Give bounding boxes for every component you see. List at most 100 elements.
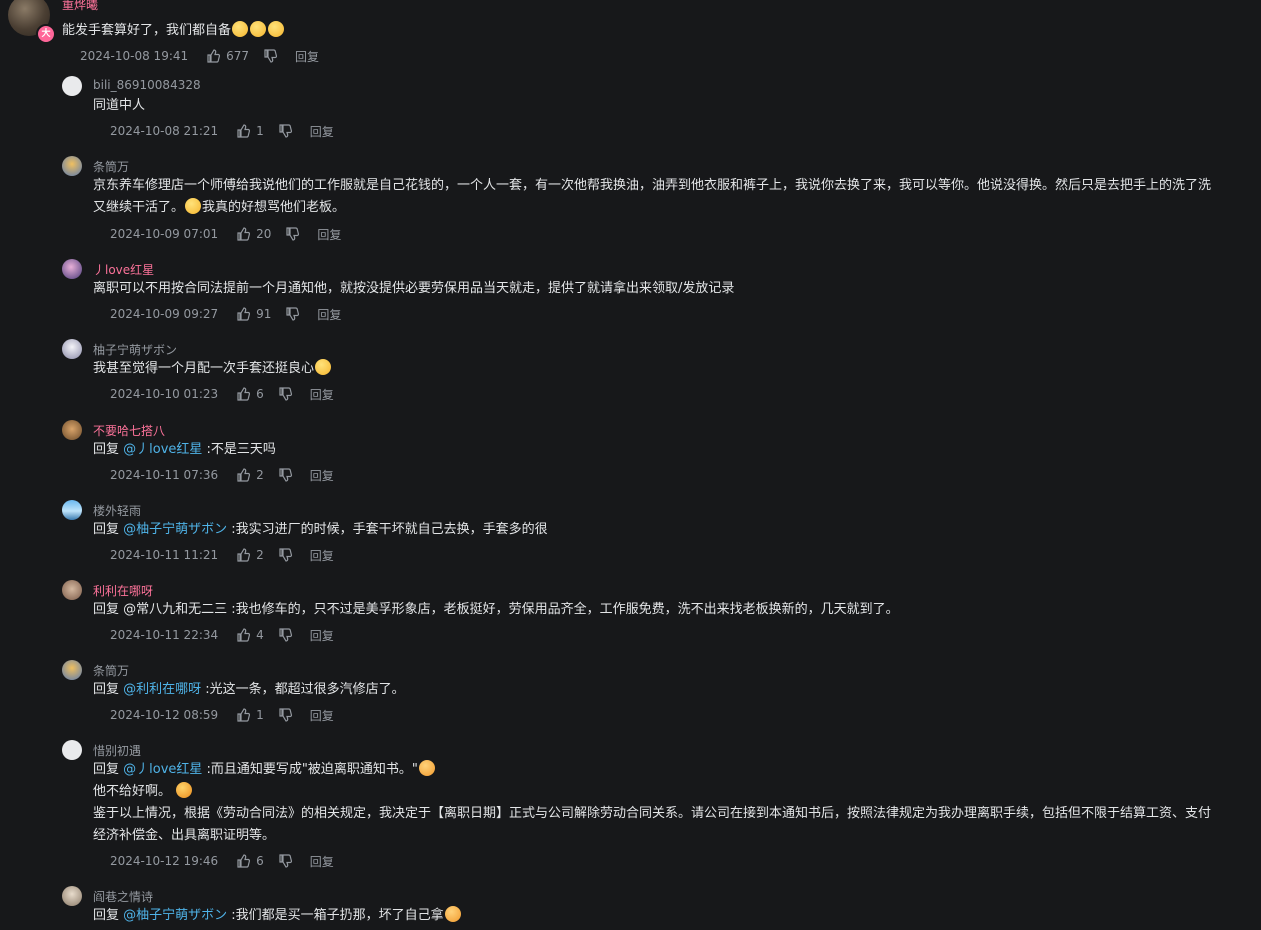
username[interactable]: 丿love红星 — [93, 261, 154, 278]
reply-button[interactable]: 回复 — [310, 123, 334, 140]
reply-button[interactable]: 回复 — [310, 853, 334, 870]
username[interactable]: 惜别初遇 — [93, 742, 141, 759]
reply-text-content: 我甚至觉得一个月配一次手套还挺良心 — [93, 361, 315, 376]
thumbs-up-icon — [237, 387, 251, 401]
dislike-button[interactable] — [263, 49, 278, 63]
avatar[interactable] — [62, 740, 82, 760]
reply-text-content: :我们都是买一箱子扔那，坏了自己拿 — [227, 908, 444, 923]
dislike-button[interactable] — [278, 387, 292, 401]
reply-text: 回复 @柚子宁萌ザボン :我们都是买一箱子扔那，坏了自己拿 — [93, 905, 462, 927]
dislike-button[interactable] — [278, 468, 292, 482]
dislike-button[interactable] — [278, 124, 292, 138]
reply-prefix: 回复 — [93, 602, 124, 617]
thumbs-down-icon — [264, 49, 278, 63]
comment-text: 能发手套算好了，我们都自备 — [62, 20, 285, 42]
avatar[interactable] — [62, 500, 82, 520]
thumbs-down-icon — [279, 548, 292, 562]
like-count: 1 — [256, 124, 264, 138]
reply-text-line: 回复 @丿love红星 :而且通知要写成"被迫离职通知书。" — [93, 759, 1211, 781]
username[interactable]: 不要哈七搭八 — [93, 422, 165, 439]
avatar[interactable] — [62, 156, 82, 176]
reply-text: 我甚至觉得一个月配一次手套还挺良心 — [93, 358, 332, 380]
avatar[interactable] — [62, 76, 82, 96]
reply-text: 京东养车修理店一个师傅给我说他们的工作服就是自己花钱的，一个人一套，有一次他帮我… — [93, 175, 1211, 219]
like-button[interactable]: 2 — [236, 468, 264, 482]
mention-link[interactable]: @利利在哪呀 — [123, 682, 201, 697]
like-button[interactable]: 91 — [236, 307, 271, 321]
username[interactable]: 重烨曦 — [62, 0, 98, 13]
dislike-button[interactable] — [278, 548, 292, 562]
thumbs-up-icon — [237, 854, 251, 868]
username[interactable]: 条筒万 — [93, 662, 129, 679]
dislike-button[interactable] — [285, 307, 300, 321]
like-count: 6 — [256, 854, 264, 868]
thumbs-down-icon — [279, 124, 292, 138]
dislike-button[interactable] — [278, 628, 292, 642]
avatar[interactable] — [62, 259, 82, 279]
username[interactable]: bili_86910084328 — [93, 78, 201, 92]
like-count: 2 — [256, 548, 264, 562]
username[interactable]: 柚子宁萌ザボン — [93, 341, 177, 358]
mention-link[interactable]: @柚子宁萌ザボン — [123, 908, 227, 923]
reply-text: 离职可以不用按合同法提前一个月通知他，就按没提供必要劳保用品当天就走，提供了就请… — [93, 281, 735, 296]
mention-link[interactable]: @柚子宁萌ザボン — [123, 522, 227, 537]
comment-meta: 2024-10-08 19:41 677 回复 — [80, 48, 319, 64]
like-button[interactable]: 2 — [236, 548, 264, 562]
thumbs-up-icon — [237, 124, 251, 138]
timestamp: 2024-10-08 21:21 — [110, 124, 219, 138]
like-count: 20 — [256, 227, 272, 241]
reply-text-line: 鉴于以上情况，根据《劳动合同法》的相关规定，我决定于【离职日期】正式与公司解除劳… — [93, 806, 1212, 821]
reply-button[interactable]: 回复 — [317, 306, 341, 323]
like-count: 2 — [256, 468, 264, 482]
reply-button[interactable]: 回复 — [310, 386, 334, 403]
avatar[interactable] — [62, 339, 82, 359]
reply-button[interactable]: 回复 — [295, 48, 319, 65]
reply-text: 回复 @丿love红星 :不是三天吗 — [93, 439, 276, 461]
avatar[interactable] — [62, 580, 82, 600]
reply-text-line: 经济补偿金、出具离职证明等。 — [93, 828, 276, 843]
avatar[interactable] — [62, 660, 82, 680]
username[interactable]: 条筒万 — [93, 158, 129, 175]
timestamp: 2024-10-11 07:36 — [110, 468, 219, 482]
like-button[interactable]: 20 — [236, 227, 271, 241]
username[interactable]: 利利在哪呀 — [93, 582, 153, 599]
reply-meta: 2024-10-12 19:46 6 回复 — [110, 853, 334, 869]
like-button[interactable]: 677 — [206, 49, 249, 63]
reply-meta: 2024-10-11 22:34 4 回复 — [110, 627, 334, 643]
thumbs-down-icon — [279, 854, 292, 868]
reply-text-content: :而且通知要写成"被迫离职通知书。" — [202, 762, 418, 777]
avatar[interactable] — [62, 886, 82, 906]
thumbs-up-icon — [237, 548, 251, 562]
emoji-icon — [444, 906, 461, 922]
thumbs-down-icon — [279, 468, 292, 482]
dislike-button[interactable] — [285, 227, 300, 241]
thumbs-down-icon — [279, 387, 292, 401]
dislike-button[interactable] — [278, 854, 292, 868]
dislike-button[interactable] — [278, 708, 292, 722]
reply-text-line: 他不给好啊。 — [93, 781, 1211, 803]
reply-prefix: 回复 — [93, 682, 124, 697]
reply-text-content: :不是三天吗 — [202, 442, 276, 457]
like-button[interactable]: 6 — [236, 854, 264, 868]
thumbs-up-icon — [237, 708, 251, 722]
timestamp: 2024-10-11 11:21 — [110, 548, 219, 562]
reply-text-content: :我实习进厂的时候，手套干坏就自己去换，手套多的很 — [227, 522, 548, 537]
thumbs-up-icon — [237, 628, 251, 642]
like-button[interactable]: 1 — [236, 124, 264, 138]
like-count: 4 — [256, 628, 264, 642]
like-button[interactable]: 1 — [236, 708, 264, 722]
avatar[interactable] — [62, 420, 82, 440]
emoji-icon — [185, 198, 202, 214]
mention-link[interactable]: @丿love红星 — [123, 442, 202, 457]
reply-button[interactable]: 回复 — [310, 467, 334, 484]
username[interactable]: 阎巷之情诗 — [93, 888, 153, 905]
reply-button[interactable]: 回复 — [310, 627, 334, 644]
reply-prefix: 回复 — [93, 442, 124, 457]
username[interactable]: 楼外轻雨 — [93, 502, 141, 519]
reply-button[interactable]: 回复 — [310, 707, 334, 724]
like-button[interactable]: 6 — [236, 387, 264, 401]
like-button[interactable]: 4 — [236, 628, 264, 642]
mention-link[interactable]: @丿love红星 — [123, 762, 202, 777]
reply-button[interactable]: 回复 — [310, 547, 334, 564]
reply-button[interactable]: 回复 — [317, 226, 341, 243]
